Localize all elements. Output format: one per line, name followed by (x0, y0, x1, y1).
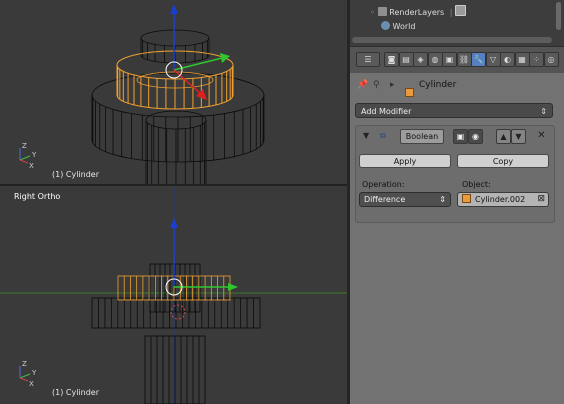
gizmo-y-arrow (228, 283, 238, 291)
breadcrumb-object-name: Cylinder (419, 80, 457, 90)
render-layers-icon[interactable]: ▤ (398, 52, 414, 67)
editor-type-menu[interactable]: ☰ (356, 52, 380, 67)
viewport-perspective-canvas[interactable]: ZYX (0, 0, 347, 184)
inner-cylinder-mesh (145, 110, 207, 184)
blender-window: ZYX (1) Cylinder ZYX Right Ortho (1) Cyl… (0, 0, 564, 404)
world-icon[interactable]: ◍ (427, 52, 443, 67)
scene-icon: ⚲ (373, 80, 380, 90)
gizmo-y-arrow (220, 53, 230, 63)
render-icon[interactable]: ◙ (384, 52, 399, 67)
add-modifier-dropdown[interactable]: Add Modifier ⇕ (355, 103, 553, 118)
boolean-modifier-icon: ⧉ (380, 131, 386, 140)
dropdown-arrows-icon: ⇕ (540, 107, 547, 116)
expand-toggle-icon[interactable]: ◦ (370, 8, 375, 17)
world-icon (381, 21, 390, 30)
gizmo-y-axis (173, 57, 223, 71)
axis-y-label: Y (31, 369, 37, 377)
apply-button[interactable]: Apply (359, 154, 451, 168)
breadcrumb: 📌 ⚲ ▸ Cylinder (350, 72, 564, 98)
axis-y-label: Y (31, 151, 37, 159)
viewport-toggle-icon[interactable]: ◉ (468, 129, 483, 144)
clear-field-icon[interactable]: ⊠ (537, 192, 545, 206)
constraints-icon[interactable]: ⛓ (456, 52, 472, 67)
data-icon[interactable]: ▽ (485, 52, 501, 67)
axis-x-line (19, 377, 29, 382)
dropdown-arrows-icon: ⇕ (439, 195, 446, 204)
properties-area: ◦ RenderLayers | World ☰ ◙ ▤ ◈ ◍ ▣ ⛓ 🔧 ▽ ◐ ▦ ⁘ ◎ 📌 … (350, 0, 564, 404)
pin-icon[interactable]: 📌 (357, 80, 368, 90)
texture-icon[interactable]: ▦ (514, 52, 530, 67)
collapse-triangle-icon[interactable]: ▼ (363, 131, 369, 140)
close-icon[interactable]: ✕ (535, 129, 548, 142)
material-icon[interactable]: ◐ (500, 52, 515, 67)
particles-icon[interactable]: ⁘ (529, 52, 544, 67)
axis-x-line (19, 159, 29, 164)
boolean-modifier-panel: ▼ ⧉ Boolean ▣ ◉ ▲ ▼ ✕ Apply Copy Operati… (355, 125, 555, 223)
viewport-right-ortho-canvas[interactable]: ZYX (0, 186, 347, 404)
gizmo-z-arrow (170, 218, 178, 228)
viewport-view-label: Right Ortho (14, 192, 61, 201)
outliner-horizontal-scrollbar[interactable] (352, 37, 552, 43)
axis-x-label: X (29, 380, 34, 388)
add-modifier-label: Add Modifier (361, 107, 412, 116)
viewport-right-ortho[interactable]: ZYX Right Ortho (1) Cylinder (0, 186, 347, 404)
viewport-perspective[interactable]: ZYX (1) Cylinder (0, 0, 347, 184)
chevron-right-icon: ▸ (390, 80, 395, 90)
object-field[interactable]: Cylinder.002 ⊠ (457, 192, 549, 207)
outliner-item-label: World (392, 22, 416, 31)
axis-z-label: Z (22, 360, 27, 368)
layer-camera-icon[interactable] (455, 5, 467, 16)
operation-dropdown[interactable]: Difference ⇕ (359, 192, 451, 207)
modifier-name-field[interactable]: Boolean (400, 129, 444, 144)
operation-label: Operation: (362, 180, 405, 189)
gizmo-z-arrow (170, 4, 178, 14)
object-label: Object: (462, 180, 491, 189)
top-cylinder-mesh (140, 29, 210, 64)
object-icon[interactable]: ▣ (442, 52, 457, 67)
modifier-header: ▼ ⧉ Boolean ▣ ◉ ▲ ▼ ✕ (356, 126, 554, 146)
properties-header: ☰ ◙ ▤ ◈ ◍ ▣ ⛓ 🔧 ▽ ◐ ▦ ⁘ ◎ (350, 46, 564, 73)
axis-y-line (19, 155, 31, 161)
object-cube-icon (462, 193, 471, 207)
separator: | (449, 8, 453, 17)
physics-icon[interactable]: ◎ (543, 52, 559, 67)
move-down-icon[interactable]: ▼ (511, 129, 526, 144)
outliner[interactable]: ◦ RenderLayers | World (350, 0, 564, 46)
viewport-object-label: (1) Cylinder (52, 170, 99, 179)
scene-icon[interactable]: ◈ (413, 52, 428, 67)
bottom-cylinder-mesh (144, 335, 206, 404)
move-up-icon[interactable]: ▲ (496, 129, 511, 144)
axis-x-label: X (29, 162, 34, 170)
axis-z-label: Z (22, 142, 27, 150)
outliner-item-renderlayers[interactable]: ◦ RenderLayers | (370, 5, 467, 17)
outliner-item-world[interactable]: World (381, 21, 415, 31)
outer-ring-mesh (91, 297, 261, 329)
operation-value: Difference (364, 195, 406, 204)
modifier-icon[interactable]: 🔧 (471, 52, 486, 67)
viewport-object-label: (1) Cylinder (52, 388, 99, 397)
outliner-vertical-scrollbar[interactable] (556, 2, 561, 30)
axis-y-line (19, 373, 31, 379)
copy-button[interactable]: Copy (457, 154, 549, 168)
render-layers-icon (377, 7, 387, 16)
render-toggle-icon[interactable]: ▣ (453, 129, 468, 144)
outliner-item-label: RenderLayers (389, 8, 445, 17)
object-value: Cylinder.002 (475, 195, 526, 204)
